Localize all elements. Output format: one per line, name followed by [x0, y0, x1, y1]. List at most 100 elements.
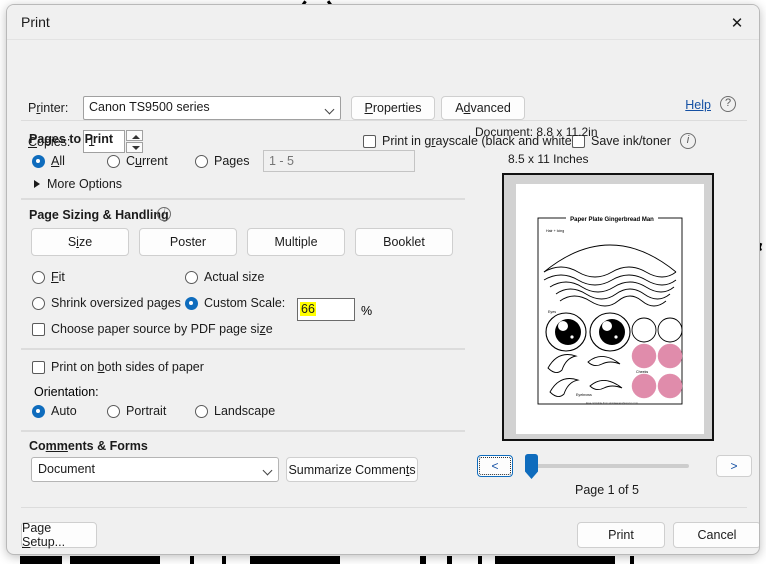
poster-label: Poster: [169, 235, 207, 249]
booklet-button[interactable]: Booklet: [355, 228, 453, 256]
duplex-group: Print on both sides of paper Orientation…: [21, 349, 465, 431]
question-circle-icon[interactable]: ?: [720, 96, 736, 112]
comments-forms-select[interactable]: Document: [31, 457, 279, 482]
page-sizing-title: Page Sizing & Handling: [29, 208, 169, 222]
booklet-label: Booklet: [383, 235, 425, 249]
chevron-down-icon: [324, 104, 335, 115]
background-mark: [420, 556, 426, 564]
svg-text:Cheeks: Cheeks: [636, 370, 648, 374]
printer-section: Printer: Canon TS9500 series Properties …: [21, 45, 747, 153]
document-size-label: Document: 8.8 x 11.2in: [475, 125, 598, 139]
print-preview-panel: Document: 8.8 x 11.2in 8.5 x 11 Inches P…: [467, 125, 752, 505]
comments-forms-group: Comments & Forms Document Summarize Comm…: [21, 431, 465, 487]
preview-page: Paper Plate Gingerbread Man Hair + Icing…: [516, 184, 704, 434]
cancel-button-label: Cancel: [697, 528, 737, 542]
radio-actual-size-label: Actual size: [204, 270, 265, 284]
radio-landscape-label: Landscape: [214, 404, 276, 418]
background-mark: [250, 556, 340, 564]
radio-custom-scale[interactable]: Custom Scale:: [185, 296, 285, 310]
multiple-button[interactable]: Multiple: [247, 228, 345, 256]
radio-dot[interactable]: [185, 296, 198, 310]
checkbox-box[interactable]: [32, 322, 45, 336]
next-page-button[interactable]: >: [716, 455, 752, 477]
radio-dot[interactable]: [32, 296, 45, 310]
radio-shrink-oversized[interactable]: Shrink oversized pages: [32, 296, 181, 310]
svg-text:Paper Plate Gingerbread Man: Paper Plate Gingerbread Man: [570, 217, 654, 223]
svg-text:Free printable from simpleever: Free printable from simpleeverydaymom.co…: [586, 401, 638, 405]
checkbox-paper-source[interactable]: Choose paper source by PDF page size: [32, 322, 273, 336]
svg-text:Hair + Icing: Hair + Icing: [546, 229, 564, 233]
print-button[interactable]: Print: [577, 522, 665, 548]
radio-dot[interactable]: [195, 154, 208, 168]
background-mark: [447, 556, 452, 564]
radio-dot[interactable]: [32, 404, 45, 418]
comments-forms-title: Comments & Forms: [29, 439, 148, 453]
radio-actual-size[interactable]: Actual size: [185, 270, 264, 284]
page-sizing-group: Page Sizing & Handling i Size Poster Mul…: [21, 199, 465, 349]
printer-select[interactable]: Canon TS9500 series: [83, 96, 341, 120]
background-mark: [70, 556, 160, 564]
background-mark: [20, 556, 62, 564]
multiple-label: Multiple: [274, 235, 318, 249]
checkbox-both-sides[interactable]: Print on both sides of paper: [32, 360, 204, 374]
radio-pages-range[interactable]: Pages: [195, 154, 249, 168]
radio-pages-range-label: Pages: [214, 154, 250, 168]
poster-button[interactable]: Poster: [139, 228, 237, 256]
previous-page-button[interactable]: <: [477, 455, 513, 477]
radio-pages-current[interactable]: Current: [107, 154, 168, 168]
background-mark: [630, 556, 634, 564]
comments-forms-value: Document: [38, 462, 95, 476]
radio-orientation-auto[interactable]: Auto: [32, 404, 77, 418]
radio-dot[interactable]: [107, 404, 120, 418]
chevron-down-icon: [262, 465, 273, 476]
page-setup-button[interactable]: Page Setup...: [21, 521, 97, 549]
radio-dot[interactable]: [107, 154, 120, 168]
radio-pages-current-label: Current: [126, 154, 168, 168]
settings-column: Pages to Print All Current Pages More Op…: [21, 125, 465, 487]
more-options-label: More Options: [47, 177, 123, 191]
radio-dot[interactable]: [32, 154, 45, 168]
dialog-titlebar: Print ✕: [7, 5, 759, 40]
properties-button[interactable]: Properties: [351, 96, 435, 120]
radio-portrait-label: Portrait: [126, 404, 167, 418]
properties-label: roperties: [372, 101, 422, 115]
help-link[interactable]: Help: [685, 98, 711, 112]
advanced-button[interactable]: Advanced: [441, 96, 525, 120]
background-mark: [222, 556, 226, 564]
radio-orientation-landscape[interactable]: Landscape: [195, 404, 275, 418]
checkbox-box[interactable]: [32, 360, 45, 374]
preview-artwork: Paper Plate Gingerbread Man Hair + Icing…: [537, 213, 683, 405]
paper-size-label: 8.5 x 11 Inches: [508, 152, 589, 166]
radio-pages-all[interactable]: All: [32, 154, 65, 168]
radio-dot[interactable]: [32, 270, 45, 284]
radio-dot[interactable]: [185, 270, 198, 284]
pages-to-print-title: Pages to Print: [29, 132, 114, 146]
custom-scale-value: 66: [300, 302, 316, 316]
close-icon[interactable]: ✕: [721, 9, 753, 37]
page-slider-thumb[interactable]: [525, 454, 538, 479]
preview-frame: Paper Plate Gingerbread Man Hair + Icing…: [502, 173, 714, 441]
cancel-button[interactable]: Cancel: [673, 522, 759, 548]
printer-label: Printer:: [28, 101, 69, 115]
pages-range-input[interactable]: [263, 150, 415, 172]
footer-divider: [21, 507, 747, 508]
radio-orientation-portrait[interactable]: Portrait: [107, 404, 166, 418]
background-mark: [495, 556, 615, 564]
caret-right-icon: [34, 180, 40, 188]
radio-fit[interactable]: Fit: [32, 270, 65, 284]
info-circle-icon[interactable]: i: [157, 207, 171, 221]
radio-fit-label: Fit: [51, 270, 65, 284]
summarize-comments-button[interactable]: Summarize Comments: [286, 457, 418, 482]
page-slider[interactable]: [525, 454, 689, 479]
background-mark: [478, 556, 482, 564]
radio-dot[interactable]: [195, 404, 208, 418]
size-button[interactable]: Size: [31, 228, 129, 256]
radio-pages-all-label: All: [51, 154, 65, 168]
svg-text:Eyebrows: Eyebrows: [576, 393, 592, 397]
custom-scale-input[interactable]: 66: [297, 298, 355, 321]
paper-source-label: Choose paper source by PDF page size: [51, 322, 273, 336]
page-indicator: Page 1 of 5: [575, 483, 639, 497]
radio-shrink-label: Shrink oversized pages: [51, 296, 181, 310]
more-options-toggle[interactable]: More Options: [34, 177, 122, 191]
print-dialog: Print ✕ Printer: Canon TS9500 series Pro…: [6, 4, 760, 555]
